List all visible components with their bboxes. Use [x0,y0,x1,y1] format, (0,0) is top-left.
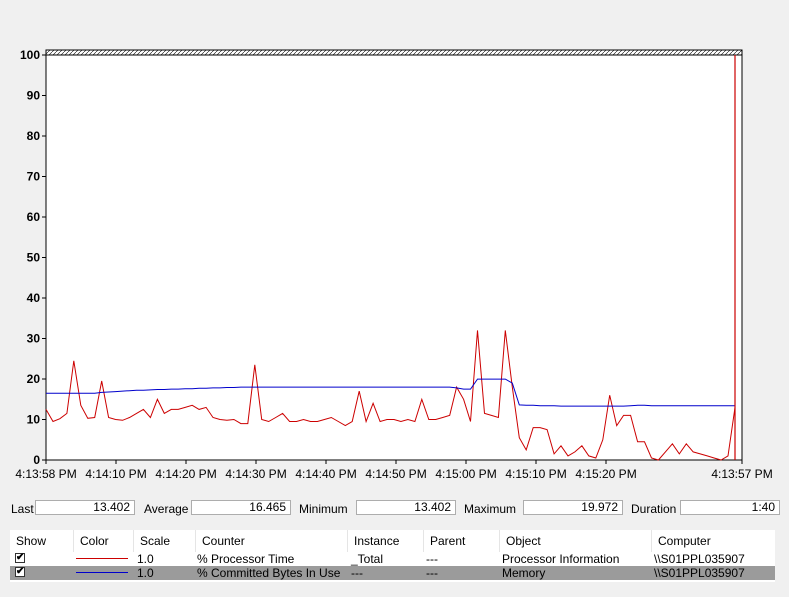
scale-cell: 1.0 [137,552,154,566]
minimum-value: 13.402 [356,500,456,515]
x-tick-label: 4:15:20 PM [575,467,636,481]
x-tick-label: 4:14:10 PM [85,467,146,481]
y-tick-label: 40 [27,291,41,305]
duration-value: 1:40 [680,500,780,515]
x-tick-label: 4:14:30 PM [225,467,286,481]
y-tick-label: 30 [27,332,41,346]
color-swatch [76,572,128,573]
minimum-label: Minimum [299,502,348,516]
column-header-computer[interactable]: Computer [652,530,775,552]
counter-list-header: Show Color Scale Counter Instance Parent… [10,530,775,552]
instance-cell: --- [351,566,363,580]
column-header-object[interactable]: Object [500,530,652,552]
object-cell: Processor Information [502,552,620,566]
parent-cell: --- [426,566,438,580]
y-tick-label: 70 [27,170,41,184]
plot-area [45,54,743,461]
counter-cell: % Processor Time [197,552,295,566]
y-tick-label: 50 [27,251,41,265]
show-checkbox[interactable]: ✔ [15,567,25,577]
x-tick-label: 4:15:00 PM [435,467,496,481]
x-tick-label: 4:15:10 PM [505,467,566,481]
parent-cell: --- [426,552,438,566]
y-tick-label: 0 [33,453,40,467]
counter-row[interactable]: ✔ 1.0 % Processor Time _Total --- Proces… [10,552,775,566]
object-cell: Memory [502,566,546,580]
computer-cell: \\S01PPL035907 [654,566,745,580]
x-tick-label: 4:14:50 PM [365,467,426,481]
y-tick-label: 10 [27,413,41,427]
maximum-label: Maximum [464,502,517,516]
y-tick-label: 60 [27,210,41,224]
counter-cell: % Committed Bytes In Use [197,566,341,580]
column-header-instance[interactable]: Instance [348,530,424,552]
y-tick-label: 90 [27,89,41,103]
column-header-color[interactable]: Color [74,530,134,552]
counter-list[interactable]: Show Color Scale Counter Instance Parent… [10,530,775,582]
average-value: 16.465 [191,500,291,515]
performance-graph[interactable]: 1009080706050403020100 4:13:58 PM 4:14:10… [0,0,789,497]
instance-cell: _Total [351,552,384,566]
average-label: Average [144,502,189,516]
column-header-show[interactable]: Show [10,530,74,552]
last-label: Last [11,502,34,516]
computer-cell: \\S01PPL035907 [654,552,745,566]
counter-row-selected[interactable]: ✔ 1.0 % Committed Bytes In Use --- --- M… [10,566,775,580]
y-tick-label: 100 [20,48,40,62]
column-header-parent[interactable]: Parent [424,530,500,552]
maximum-value: 19.972 [523,500,623,515]
y-tick-label: 80 [27,129,41,143]
y-tick-label: 20 [27,372,41,386]
show-checkbox[interactable]: ✔ [15,553,25,563]
scale-cell: 1.0 [137,566,154,580]
x-tick-label: 4:13:58 PM [15,467,76,481]
x-tick-label: 4:14:20 PM [155,467,216,481]
statistics-bar: Last 13.402 Average 16.465 Minimum 13.40… [0,500,789,518]
x-tick-label: 4:13:57 PM [711,467,772,481]
x-tick-label: 4:14:40 PM [295,467,356,481]
column-header-counter[interactable]: Counter [196,530,348,552]
column-header-scale[interactable]: Scale [134,530,196,552]
graph-scroll-hatch [45,49,743,56]
duration-label: Duration [631,502,677,516]
color-swatch [76,558,128,559]
last-value: 13.402 [35,500,135,515]
